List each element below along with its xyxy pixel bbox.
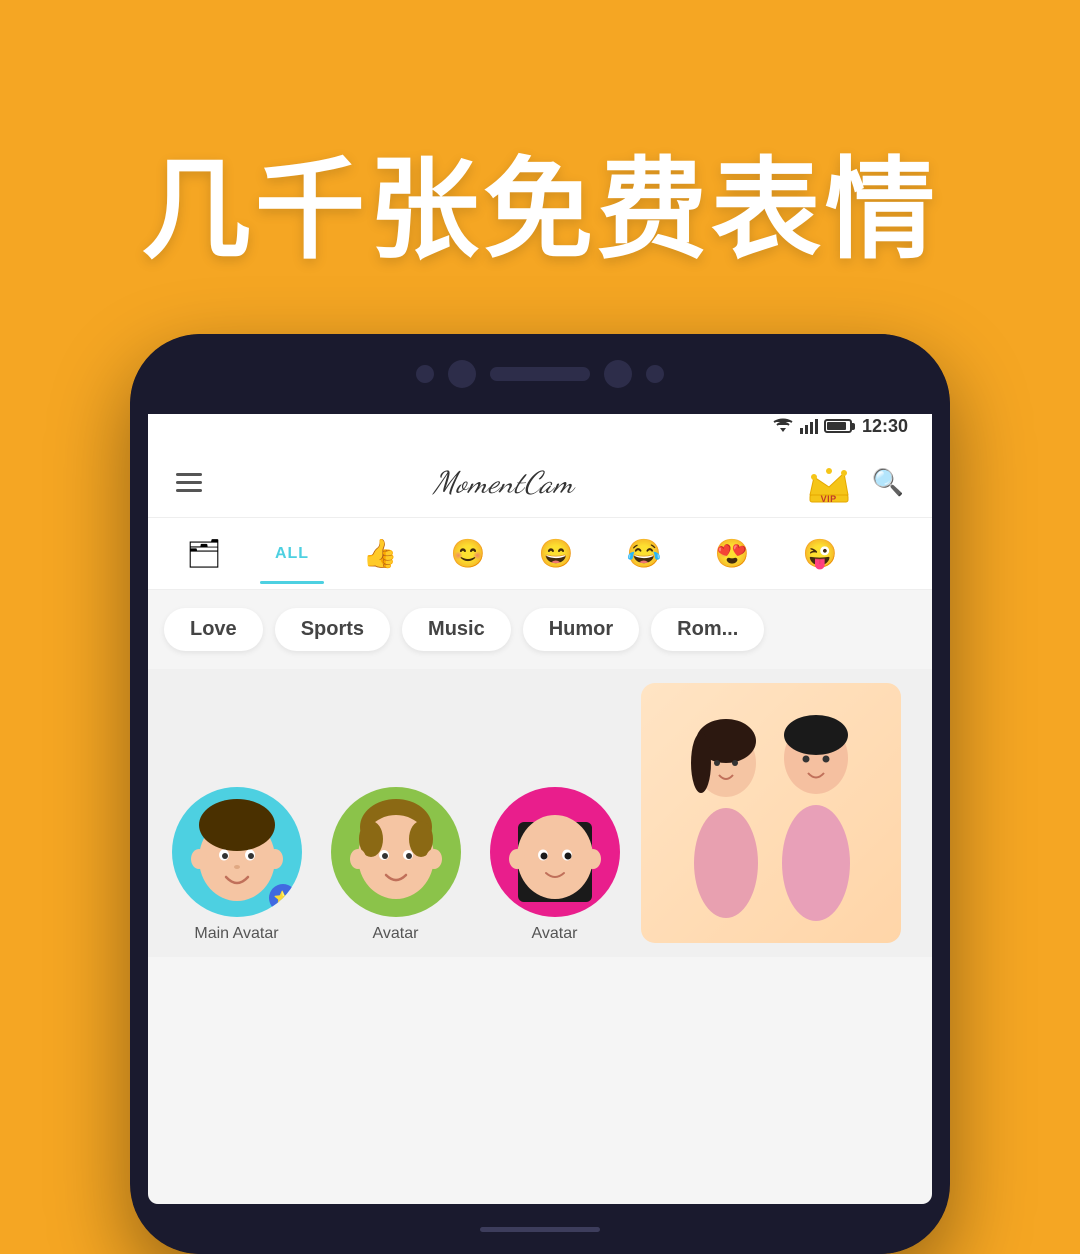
hamburger-line-3 [176, 489, 202, 492]
tab-favorites[interactable]: 🗂 [164, 524, 244, 584]
hi-icon: 😊 [451, 540, 486, 568]
laugh-icon: 😂 [627, 540, 662, 568]
signal-icon [800, 418, 818, 434]
phone-screen: 12:30 MomentCam [148, 404, 932, 1204]
app-header: MomentCam VIP 🔍 [148, 448, 932, 518]
camera-main [448, 360, 476, 388]
tab-laugh[interactable]: 😂 [604, 524, 684, 584]
vip-label: VIP [821, 494, 837, 504]
couple-card[interactable] [641, 683, 901, 943]
main-avatar-badge: ⭐ [269, 884, 297, 912]
hamburger-line-2 [176, 481, 202, 484]
camera-right [604, 360, 632, 388]
favorites-icon: 🗂 [186, 540, 222, 568]
tab-tongue[interactable]: 😜 [780, 524, 860, 584]
avatar-face-1 [341, 797, 451, 907]
app-logo: MomentCam [433, 465, 574, 501]
avatar-card-1[interactable]: Avatar [323, 787, 468, 943]
header-right: VIP 🔍 [806, 460, 904, 506]
category-music[interactable]: Music [402, 608, 511, 651]
avatar1-label: Avatar [373, 925, 419, 943]
hero-text: 几千张免费表情 [0, 120, 1080, 280]
tab-all-label: ALL [275, 545, 309, 563]
thumbsup-icon: 👍 [363, 540, 398, 568]
camera-dot-right2 [646, 365, 664, 383]
wifi-icon [772, 418, 794, 434]
smile-icon: 😄 [539, 540, 574, 568]
avatar2-label: Avatar [532, 925, 578, 943]
category-humor[interactable]: Humor [523, 608, 639, 651]
category-love[interactable]: Love [164, 608, 263, 651]
tab-bar: 🗂 ALL 👍 😊 😄 😂 😍 [148, 518, 932, 590]
avatar-card-main[interactable]: ⭐ Main Avatar [164, 787, 309, 943]
avatar-circle-2 [490, 787, 620, 917]
phone-bottom [130, 1204, 950, 1254]
tongue-icon: 😜 [803, 540, 838, 568]
tab-all[interactable]: ALL [252, 524, 332, 584]
search-icon[interactable]: 🔍 [872, 467, 904, 498]
heart-eyes-icon: 😍 [715, 540, 750, 568]
battery-icon [824, 419, 852, 433]
category-bar: Love Sports Music Humor Rom... [148, 590, 932, 669]
tab-smile[interactable]: 😄 [516, 524, 596, 584]
tab-heart-eyes[interactable]: 😍 [692, 524, 772, 584]
category-romance[interactable]: Rom... [651, 608, 764, 651]
hamburger-button[interactable] [176, 473, 202, 492]
avatar-circle-main: ⭐ [172, 787, 302, 917]
avatar-circle-1 [331, 787, 461, 917]
phone-mockup: 12:30 MomentCam [130, 334, 950, 1254]
hamburger-line-1 [176, 473, 202, 476]
avatar-face-2 [500, 797, 610, 907]
category-sports[interactable]: Sports [275, 608, 390, 651]
home-indicator [480, 1227, 600, 1232]
avatar-card-2[interactable]: Avatar [482, 787, 627, 943]
phone-top-bar [130, 334, 950, 414]
tab-hi[interactable]: 😊 [428, 524, 508, 584]
vip-button[interactable]: VIP [806, 460, 852, 506]
couple-illustration [646, 703, 896, 943]
status-time: 12:30 [862, 416, 908, 437]
camera-dot-left [416, 365, 434, 383]
tab-thumbsup[interactable]: 👍 [340, 524, 420, 584]
phone-speaker [490, 367, 590, 381]
main-avatar-label: Main Avatar [194, 925, 278, 943]
